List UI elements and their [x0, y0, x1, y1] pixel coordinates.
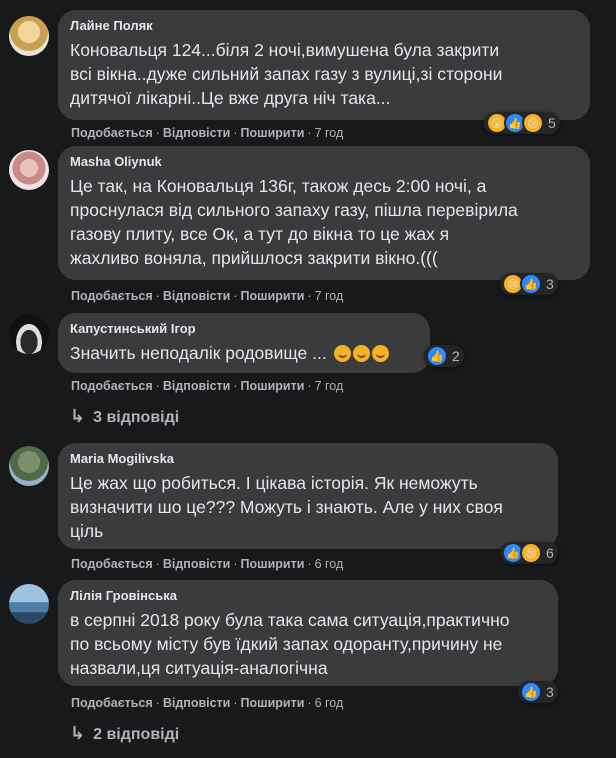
share-link[interactable]: Поширити: [241, 379, 305, 393]
avatar[interactable]: [9, 446, 49, 486]
comment-bubble: Капустинський Ігор Значить неподалік род…: [58, 313, 430, 373]
reaction-summary[interactable]: 👍 3: [518, 681, 558, 703]
comment-author[interactable]: Masha Oliynuk: [70, 154, 578, 170]
avatar[interactable]: [9, 16, 49, 56]
reaction-summary[interactable]: 😮 👍 😢 5: [484, 112, 560, 134]
avatar[interactable]: [9, 584, 49, 624]
reply-link[interactable]: Відповісти: [163, 289, 231, 303]
comment-actions: Подобається · Відповісти · Поширити · 6 год: [71, 696, 344, 710]
reply-link[interactable]: Відповісти: [163, 126, 231, 140]
view-replies-button[interactable]: ↳ 3 відповіді: [70, 406, 179, 427]
smile-emoji-icon: [333, 345, 351, 362]
replies-count: 2 відповіді: [93, 726, 180, 743]
share-link[interactable]: Поширити: [241, 126, 305, 140]
comment-text-content: Значить неподалік родовище ...: [70, 343, 327, 363]
comment-actions: Подобається · Відповісти · Поширити · 6 год: [71, 557, 344, 571]
share-link[interactable]: Поширити: [241, 557, 305, 571]
comment-text: в серпні 2018 року була така сама ситуац…: [70, 610, 510, 678]
smile-emoji-icon: [371, 345, 389, 362]
comment-text: Це так, на Коновальця 136г, також десь 2…: [70, 176, 518, 268]
like-link[interactable]: Подобається: [71, 379, 153, 393]
avatar[interactable]: [9, 150, 49, 190]
replies-count: 3 відповіді: [93, 409, 180, 426]
comment-actions: Подобається · Відповісти · Поширити · 7 год: [71, 379, 344, 393]
comment-author[interactable]: Лілія Гровінська: [70, 588, 546, 604]
reply-link[interactable]: Відповісти: [163, 557, 231, 571]
timestamp[interactable]: 7 год: [315, 379, 344, 393]
comment-text: Коновальця 124...біля 2 ночі,вимушена бу…: [70, 40, 503, 108]
like-link[interactable]: Подобається: [71, 126, 153, 140]
comment-text: Значить неподалік родовище ...: [70, 341, 418, 365]
reaction-count: 5: [548, 115, 556, 131]
comment-author[interactable]: Лайне Поляк: [70, 18, 578, 34]
reply-arrow-icon: ↳: [70, 406, 86, 426]
comment-bubble: Лілія Гровінська в серпні 2018 року була…: [58, 580, 558, 686]
like-link[interactable]: Подобається: [71, 696, 153, 710]
reply-arrow-icon: ↳: [70, 723, 86, 743]
comment-author[interactable]: Капустинський Ігор: [70, 321, 418, 337]
like-link[interactable]: Подобається: [71, 289, 153, 303]
view-replies-button[interactable]: ↳ 2 відповіді: [70, 723, 179, 744]
reply-link[interactable]: Відповісти: [163, 696, 231, 710]
reaction-summary[interactable]: 👍 2: [424, 345, 464, 367]
sad-icon: 😢: [520, 542, 542, 564]
timestamp[interactable]: 6 год: [315, 696, 344, 710]
timestamp[interactable]: 6 год: [315, 557, 344, 571]
comment-author[interactable]: Maria Mogilivska: [70, 451, 546, 467]
share-link[interactable]: Поширити: [241, 289, 305, 303]
comment-actions: Подобається · Відповісти · Поширити · 7 год: [71, 289, 344, 303]
like-icon: 👍: [520, 681, 542, 703]
reaction-count: 3: [546, 684, 554, 700]
reply-link[interactable]: Відповісти: [163, 379, 231, 393]
reaction-summary[interactable]: 👍 😢 6: [500, 542, 558, 564]
timestamp[interactable]: 7 год: [315, 289, 344, 303]
like-icon: 👍: [520, 273, 542, 295]
reaction-summary[interactable]: 😢 👍 3: [500, 273, 558, 295]
sad-icon: 😢: [522, 112, 544, 134]
like-link[interactable]: Подобається: [71, 557, 153, 571]
reaction-count: 3: [546, 276, 554, 292]
like-icon: 👍: [426, 345, 448, 367]
comment-bubble: Лайне Поляк Коновальця 124...біля 2 ночі…: [58, 10, 590, 120]
avatar[interactable]: [9, 314, 49, 354]
reaction-count: 6: [546, 545, 554, 561]
comment-bubble: Masha Oliynuk Це так, на Коновальця 136г…: [58, 146, 590, 280]
reaction-count: 2: [452, 348, 460, 364]
comment-bubble: Maria Mogilivska Це жах що робиться. І ц…: [58, 443, 558, 549]
timestamp[interactable]: 7 год: [315, 126, 344, 140]
smile-emoji-icon: [352, 345, 370, 362]
comment-actions: Подобається · Відповісти · Поширити · 7 год: [71, 126, 344, 140]
share-link[interactable]: Поширити: [241, 696, 305, 710]
comment-text: Це жах що робиться. І цікава історія. Як…: [70, 473, 503, 541]
